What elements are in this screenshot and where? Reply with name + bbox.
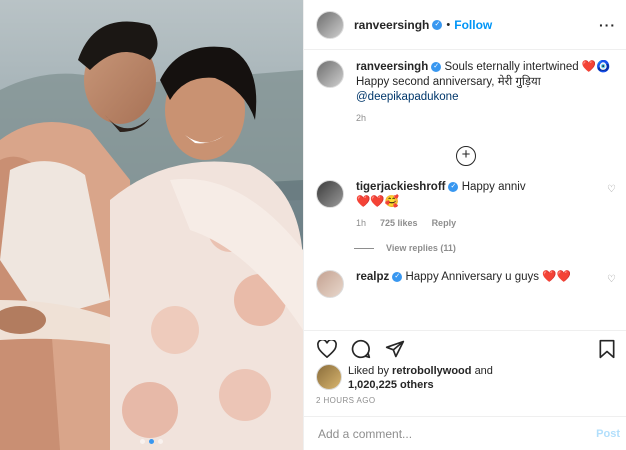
post-header: ranveersingh ✓ • Follow ··· (304, 0, 626, 50)
comment-time[interactable]: 1h (356, 216, 366, 231)
like-heart-icon[interactable] (316, 338, 338, 360)
replies-divider (354, 248, 374, 249)
mention-link[interactable]: @deepikapadukone (356, 91, 458, 103)
comment-emoji: ❤️❤️ (542, 271, 571, 283)
follow-button[interactable]: Follow (454, 18, 492, 32)
verified-badge-icon: ✓ (432, 19, 443, 30)
view-replies-label[interactable]: View replies (11) (386, 241, 456, 256)
couple-photo (0, 0, 303, 450)
reply-button[interactable]: Reply (432, 216, 457, 231)
caption: ranveersingh ✓ Souls eternally intertwine… (316, 60, 616, 126)
carousel-dot-active[interactable] (149, 439, 154, 444)
likes-summary: Liked by retrobollywood and 1,020,225 ot… (316, 364, 616, 392)
post-comment-button[interactable]: Post (596, 428, 620, 440)
verified-badge-icon: ✓ (448, 181, 459, 192)
verified-badge-icon: ✓ (392, 271, 403, 282)
comment-likes[interactable]: 725 likes (380, 216, 418, 231)
load-more-comments-icon[interactable]: + (456, 146, 476, 166)
comment-item: realpz ✓ Happy Anniversary u guys ❤️❤️ ♡ (316, 270, 616, 298)
comment-emoji: ❤️❤️🥰 (356, 196, 399, 208)
commenter-username[interactable]: tigerjackieshroff (356, 181, 445, 193)
comment-bubble-icon[interactable] (350, 338, 372, 360)
likes-count[interactable]: 1,020,225 others (348, 379, 434, 391)
more-options-icon[interactable]: ··· (599, 17, 616, 33)
commenter-username[interactable]: realpz (356, 271, 389, 283)
carousel-dot[interactable] (140, 439, 145, 444)
caption-text: Souls eternally intertwined (444, 61, 579, 73)
liker-avatar[interactable] (316, 364, 342, 390)
post-sidebar: ranveersingh ✓ • Follow ··· ranveersingh… (303, 0, 626, 450)
commenter-avatar[interactable] (316, 180, 344, 208)
liked-by-user[interactable]: retrobollywood (392, 365, 471, 377)
post-photo[interactable] (0, 0, 303, 450)
comment-item: tigerjackieshroff ✓ Happy anniv ❤️❤️🥰 1h … (316, 180, 616, 231)
share-paper-plane-icon[interactable] (384, 338, 406, 360)
carousel-dot[interactable] (158, 439, 163, 444)
comment-text: Happy anniv (461, 181, 526, 193)
caption-text-line2: Happy second anniversary, मेरी गुड़िया (356, 76, 541, 88)
carousel-dots (0, 439, 303, 444)
liked-by-prefix: Liked by (348, 365, 389, 377)
post-timestamp[interactable]: 2 HOURS AGO (316, 396, 376, 405)
liked-by-and: and (474, 365, 493, 377)
author-avatar[interactable] (316, 10, 344, 39)
author-username[interactable]: ranveersingh (354, 18, 429, 32)
verified-badge-icon: ✓ (431, 61, 442, 72)
separator-dot: • (446, 18, 451, 31)
like-comment-heart-icon[interactable]: ♡ (607, 272, 616, 287)
action-bar (304, 330, 626, 366)
comment-bar: Post (304, 416, 626, 450)
caption-avatar[interactable] (316, 60, 344, 88)
comments-list[interactable]: ranveersingh ✓ Souls eternally intertwine… (316, 60, 616, 330)
caption-time[interactable]: 2h (356, 111, 366, 126)
caption-username[interactable]: ranveersingh (356, 61, 428, 73)
commenter-avatar[interactable] (316, 270, 344, 298)
like-comment-heart-icon[interactable]: ♡ (607, 182, 616, 197)
caption-emoji: ❤️🧿 (581, 61, 611, 73)
comment-meta: 1h 725 likes Reply (356, 216, 601, 231)
caption-meta: 2h (356, 111, 616, 126)
view-replies[interactable]: View replies (11) (354, 241, 616, 256)
add-comment-input[interactable] (316, 425, 597, 442)
comment-text: Happy Anniversary u guys (405, 271, 540, 283)
save-bookmark-icon[interactable] (596, 338, 618, 360)
instagram-post: ranveersingh ✓ • Follow ··· ranveersingh… (0, 0, 626, 450)
